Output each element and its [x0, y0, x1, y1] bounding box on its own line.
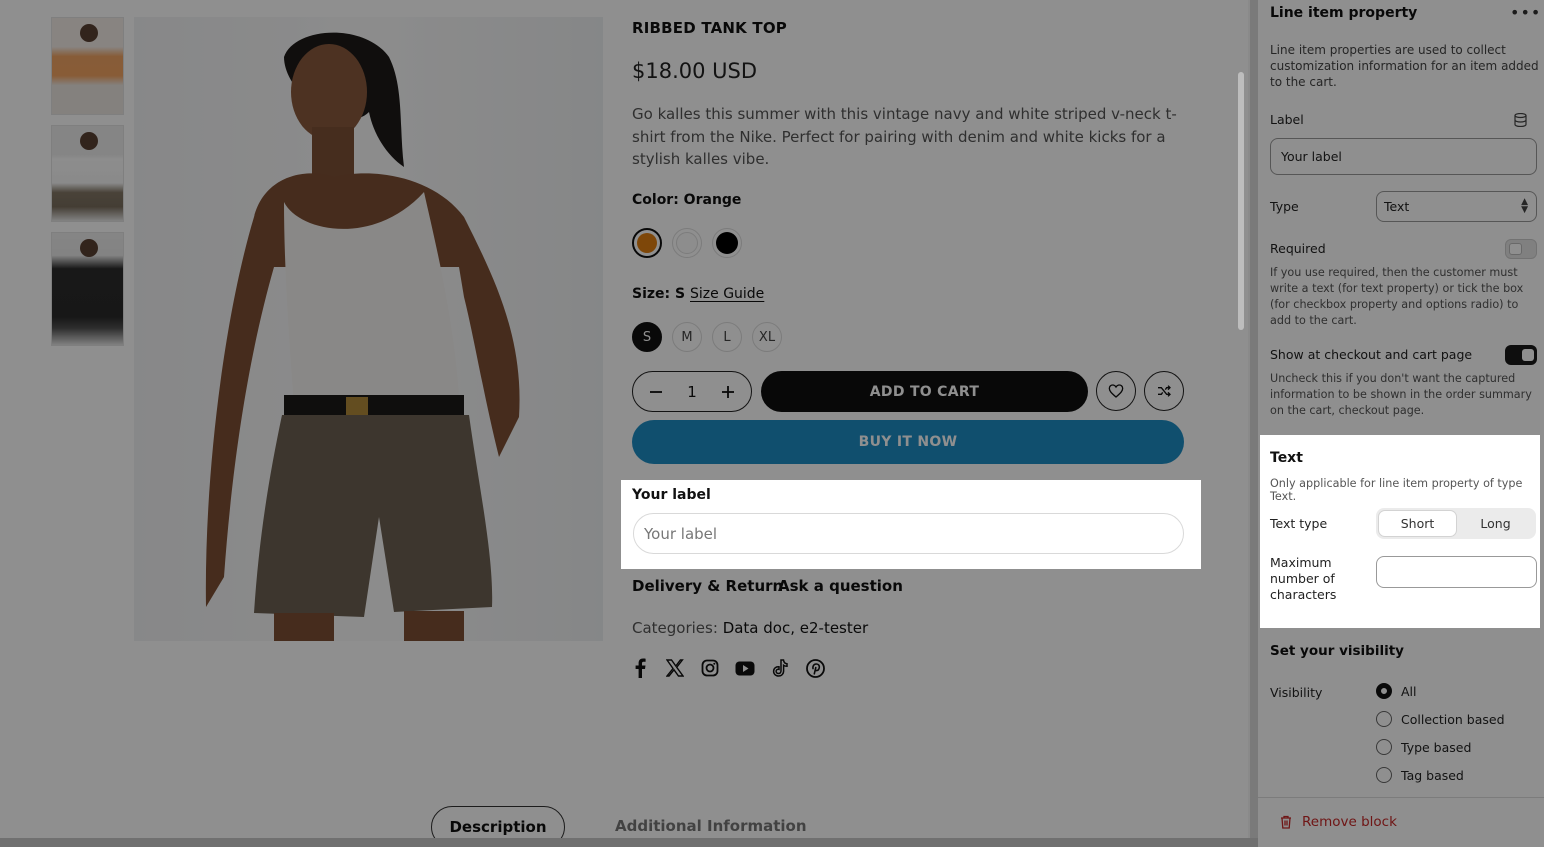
bottom-strip [0, 838, 1258, 847]
remove-block-label: Remove block [1302, 814, 1397, 830]
sidebar-help-text: Line item properties are used to collect… [1270, 43, 1539, 89]
size-label: Size: S [632, 286, 686, 302]
radio-icon [1376, 711, 1392, 727]
settings-sidebar: Line item property ••• Line item propert… [1258, 0, 1544, 847]
size-option-l[interactable]: L [712, 322, 742, 352]
type-select[interactable]: Text ▲ ▼ [1376, 191, 1537, 222]
label-input[interactable]: Your label [1270, 138, 1537, 175]
text-type-long-option[interactable]: Long [1457, 510, 1534, 537]
product-price: $18.00 USD [632, 59, 758, 83]
text-type-short-option[interactable]: Short [1378, 510, 1457, 537]
tab-description[interactable]: Description [431, 806, 565, 838]
youtube-icon[interactable] [735, 657, 755, 679]
product-thumbnail-2[interactable] [51, 125, 124, 222]
show-checkout-label: Show at checkout and cart page [1270, 347, 1473, 362]
pinterest-icon[interactable] [805, 657, 825, 679]
show-checkout-help-text: Uncheck this if you don't want the captu… [1270, 372, 1532, 417]
color-label: Color: Orange [632, 192, 742, 208]
text-settings-section: Text Only applicable for line item prope… [1260, 435, 1540, 628]
max-characters-label: Maximum number of characters [1270, 555, 1337, 602]
required-help-text: If you use required, then the customer m… [1270, 266, 1524, 327]
color-swatch-white[interactable] [672, 228, 702, 258]
compare-shuffle-icon[interactable] [1144, 371, 1184, 411]
visibility-option-all[interactable]: All [1376, 683, 1417, 699]
radio-icon [1376, 767, 1392, 783]
chevron-up-down-icon: ▲ ▼ [1521, 197, 1528, 215]
ask-question-link[interactable]: Ask a question [778, 577, 903, 595]
buy-it-now-button[interactable]: BUY IT NOW [632, 420, 1184, 464]
product-title: RIBBED TANK TOP [632, 19, 787, 37]
sidebar-divider [1250, 0, 1258, 847]
product-preview: RIBBED TANK TOP $18.00 USD Go kalles thi… [0, 0, 1248, 838]
trash-icon [1281, 815, 1291, 829]
instagram-icon[interactable] [700, 657, 720, 679]
sidebar-footer: Remove block [1258, 797, 1544, 847]
highlighted-property-block: Your label Your label [621, 480, 1201, 569]
delivery-return-link[interactable]: Delivery & Return [632, 577, 783, 595]
max-characters-input[interactable] [1376, 556, 1537, 588]
size-guide-link[interactable]: Size Guide [690, 286, 764, 302]
remove-block-button[interactable]: Remove block [1280, 814, 1397, 830]
required-label: Required [1270, 241, 1326, 256]
plus-icon[interactable] [719, 383, 737, 401]
type-select-value: Text [1384, 199, 1410, 214]
more-options-icon[interactable]: ••• [1510, 3, 1541, 22]
visibility-option-collection[interactable]: Collection based [1376, 711, 1505, 727]
categories-value[interactable]: Data doc, e2-tester [723, 619, 868, 637]
tab-additional-information[interactable]: Additional Information [615, 817, 807, 835]
size-option-m[interactable]: M [672, 322, 702, 352]
text-type-segmented-control: Short Long [1376, 508, 1536, 539]
dynamic-source-database-icon[interactable] [1514, 112, 1528, 128]
wishlist-heart-icon[interactable] [1096, 371, 1136, 411]
color-swatch-orange[interactable] [632, 228, 662, 258]
minus-icon[interactable] [647, 383, 665, 401]
social-links [630, 657, 825, 679]
size-option-xl[interactable]: XL [752, 322, 782, 352]
size-option-s[interactable]: S [632, 322, 662, 352]
visibility-option-label: Tag based [1401, 767, 1464, 783]
x-icon[interactable] [665, 657, 685, 679]
facebook-icon[interactable] [630, 657, 650, 679]
required-toggle[interactable] [1505, 239, 1537, 259]
text-type-label: Text type [1270, 516, 1328, 531]
categories-prefix: Categories: [632, 619, 718, 637]
radio-checked-icon [1376, 683, 1392, 699]
label-field-label: Label [1270, 112, 1304, 127]
quantity-value[interactable]: 1 [687, 383, 697, 401]
visibility-option-tag[interactable]: Tag based [1376, 767, 1464, 783]
visibility-option-label: Type based [1401, 739, 1472, 755]
product-thumbnail-3[interactable] [51, 232, 124, 346]
property-text-input[interactable]: Your label [633, 513, 1184, 554]
visibility-label: Visibility [1270, 685, 1323, 700]
color-swatch-black[interactable] [712, 228, 742, 258]
visibility-title: Set your visibility [1270, 643, 1404, 659]
preview-scrollbar[interactable] [1238, 72, 1244, 330]
visibility-option-label: Collection based [1401, 711, 1505, 727]
product-description: Go kalles this summer with this vintage … [632, 105, 1177, 168]
add-to-cart-button[interactable]: ADD TO CART [761, 371, 1088, 412]
categories: Categories: Data doc, e2-tester [632, 619, 868, 637]
property-field-label: Your label [632, 487, 711, 503]
product-thumbnail-1[interactable] [51, 17, 124, 115]
product-main-image [134, 17, 603, 641]
sidebar-title: Line item property [1270, 5, 1418, 21]
type-label: Type [1270, 199, 1299, 214]
text-section-title: Text [1270, 450, 1303, 466]
radio-icon [1376, 739, 1392, 755]
quantity-stepper: 1 [632, 371, 752, 412]
visibility-option-label: All [1401, 683, 1417, 699]
tiktok-icon[interactable] [770, 657, 790, 679]
text-section-subtitle: Only applicable for line item property o… [1270, 477, 1523, 503]
visibility-option-type[interactable]: Type based [1376, 739, 1471, 755]
show-checkout-toggle[interactable] [1505, 345, 1537, 365]
